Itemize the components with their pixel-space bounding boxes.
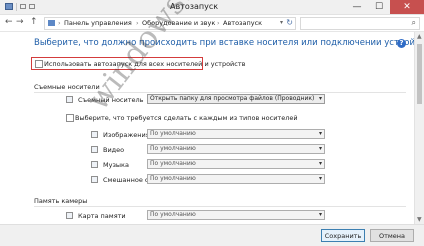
chevron-down-icon: ▾ [318, 145, 322, 152]
removable-device-value: Открыть папку для просмотра файлов (Пров… [150, 95, 315, 102]
choose-each-checkbox[interactable] [66, 114, 74, 122]
vertical-scrollbar[interactable]: ▲ ▼ [414, 32, 424, 224]
pictures-value: По умолчанию [150, 130, 196, 137]
breadcrumb-separator: › [58, 19, 61, 27]
quick-access-icon-2[interactable] [29, 4, 35, 9]
music-select[interactable]: По умолчанию ▾ [147, 159, 325, 169]
memory-card-value: По умолчанию [150, 211, 196, 218]
breadcrumb-control-panel[interactable]: Панель управления [64, 19, 132, 27]
quick-access-icon[interactable] [20, 4, 26, 9]
search-icon[interactable]: ⌕ [412, 18, 416, 28]
maximize-button[interactable]: ☐ [368, 0, 390, 14]
pictures-icon [91, 131, 98, 138]
save-button[interactable]: Сохранить [321, 229, 365, 242]
scroll-down-icon[interactable]: ▼ [417, 216, 422, 223]
removable-drive-icon [66, 96, 73, 103]
search-input[interactable]: ⌕ [300, 17, 420, 30]
help-icon[interactable]: ? [397, 39, 406, 48]
memory-card-select[interactable]: По умолчанию ▾ [147, 210, 325, 220]
media-type-label: Музыка [103, 161, 129, 169]
memory-card-label: Карта памяти [78, 212, 126, 220]
pictures-select[interactable]: По умолчанию ▾ [147, 129, 325, 139]
close-button[interactable]: ✕ [390, 0, 424, 14]
chevron-down-icon: ▾ [318, 95, 322, 102]
refresh-icon[interactable]: ↻ [286, 18, 293, 27]
media-type-label: Изображения [103, 131, 150, 139]
breadcrumb-autoplay[interactable]: Автозапуск [223, 19, 262, 27]
cancel-button[interactable]: Отмена [370, 229, 414, 242]
up-arrow-icon[interactable]: ↑ [30, 17, 38, 27]
memory-card-icon [66, 212, 73, 219]
section-divider [34, 206, 406, 207]
scrollbar-thumb[interactable] [417, 44, 422, 104]
media-type-label: Видео [103, 146, 125, 154]
chevron-down-icon: ▾ [318, 160, 322, 167]
music-icon [91, 161, 98, 168]
control-panel-small-icon [48, 20, 55, 26]
video-icon [91, 146, 98, 153]
video-value: По умолчанию [150, 145, 196, 152]
autoplay-all-checkbox[interactable] [35, 60, 43, 68]
title-separator [16, 3, 17, 11]
back-arrow-icon[interactable]: ← [5, 17, 13, 27]
address-dropdown-icon[interactable]: ▾ [280, 19, 283, 26]
page-title: Выберите, что должно происходить при вст… [34, 38, 414, 48]
mixed-content-select[interactable]: По умолчанию ▾ [147, 174, 325, 184]
main-content: Выберите, что должно происходить при вст… [0, 32, 414, 224]
navigation-bar: ← → ↑ › Панель управления › Оборудование… [0, 15, 424, 32]
mixed-content-value: По умолчанию [150, 175, 196, 182]
breadcrumb-separator: › [217, 19, 220, 27]
video-select[interactable]: По умолчанию ▾ [147, 144, 325, 154]
control-panel-icon [5, 3, 13, 10]
chevron-down-icon: ▾ [318, 130, 322, 137]
mixed-content-icon [91, 176, 98, 183]
music-value: По умолчанию [150, 160, 196, 167]
chevron-down-icon: ▾ [318, 175, 322, 182]
scroll-up-icon[interactable]: ▲ [417, 33, 422, 40]
footer-bar: Сохранить Отмена [0, 224, 424, 246]
forward-arrow-icon[interactable]: → [16, 17, 24, 27]
minimize-button[interactable]: — [346, 0, 368, 14]
camera-section-title: Память камеры [34, 197, 88, 205]
chevron-down-icon: ▾ [318, 211, 322, 218]
title-bar: Автозапуск — ☐ ✕ [0, 0, 424, 15]
removable-device-select[interactable]: Открыть папку для просмотра файлов (Пров… [147, 94, 325, 104]
